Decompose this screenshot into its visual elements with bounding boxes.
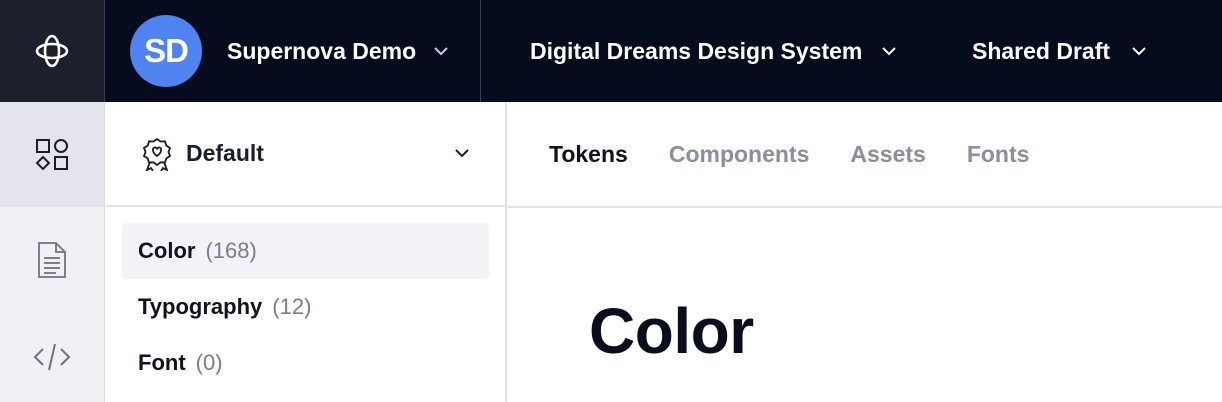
workspace-selector[interactable]: SD Supernova Demo bbox=[106, 0, 481, 102]
list-item-typography[interactable]: Typography (12) bbox=[122, 279, 489, 335]
main-tabs: Tokens Components Assets Fonts bbox=[508, 102, 1222, 208]
chevron-down-icon bbox=[882, 46, 897, 56]
components-grid-icon bbox=[35, 138, 68, 170]
main-content: Color bbox=[508, 208, 1222, 402]
version-name: Shared Draft bbox=[972, 37, 1111, 64]
list-item-font[interactable]: Font (0) bbox=[122, 335, 489, 391]
list-item-count: (0) bbox=[195, 350, 223, 375]
tab-tokens[interactable]: Tokens bbox=[549, 141, 628, 168]
token-sidebar: Default Color (168) Typography (12) Font… bbox=[106, 102, 507, 402]
avatar: SD bbox=[130, 15, 202, 87]
top-bar: SD Supernova Demo Digital Dreams Design … bbox=[0, 0, 1222, 102]
list-item-color[interactable]: Color (168) bbox=[122, 223, 489, 279]
badge-heart-icon bbox=[142, 137, 172, 171]
chevron-down-icon bbox=[434, 46, 448, 56]
workspace-name: Supernova Demo bbox=[227, 37, 417, 64]
tab-fonts[interactable]: Fonts bbox=[967, 141, 1030, 168]
token-type-list: Color (168) Typography (12) Font (0) bbox=[106, 207, 505, 391]
list-item-label: Typography bbox=[138, 294, 263, 319]
logo-button[interactable] bbox=[0, 0, 105, 102]
list-item-label: Color bbox=[138, 238, 196, 263]
tab-components[interactable]: Components bbox=[669, 141, 810, 168]
brand-selector[interactable]: Default bbox=[106, 102, 505, 207]
brand-label: Default bbox=[186, 140, 264, 166]
design-system-name: Digital Dreams Design System bbox=[530, 37, 863, 64]
left-rail bbox=[0, 102, 105, 402]
rail-item-code[interactable] bbox=[0, 312, 104, 402]
tab-assets[interactable]: Assets bbox=[850, 141, 925, 168]
rail-item-documentation[interactable] bbox=[0, 207, 104, 312]
rail-item-components[interactable] bbox=[0, 102, 104, 207]
code-icon bbox=[33, 343, 71, 371]
list-item-count: (168) bbox=[205, 238, 257, 263]
list-item-label: Font bbox=[138, 350, 186, 375]
document-icon bbox=[38, 241, 66, 278]
chevron-down-icon bbox=[455, 145, 469, 163]
supernova-logo-icon bbox=[35, 34, 69, 68]
page-title: Color bbox=[589, 295, 754, 367]
design-system-selector[interactable]: Digital Dreams Design System bbox=[530, 0, 897, 102]
version-selector[interactable]: Shared Draft bbox=[972, 0, 1146, 102]
list-item-count: (12) bbox=[272, 294, 312, 319]
chevron-down-icon bbox=[1132, 46, 1146, 56]
